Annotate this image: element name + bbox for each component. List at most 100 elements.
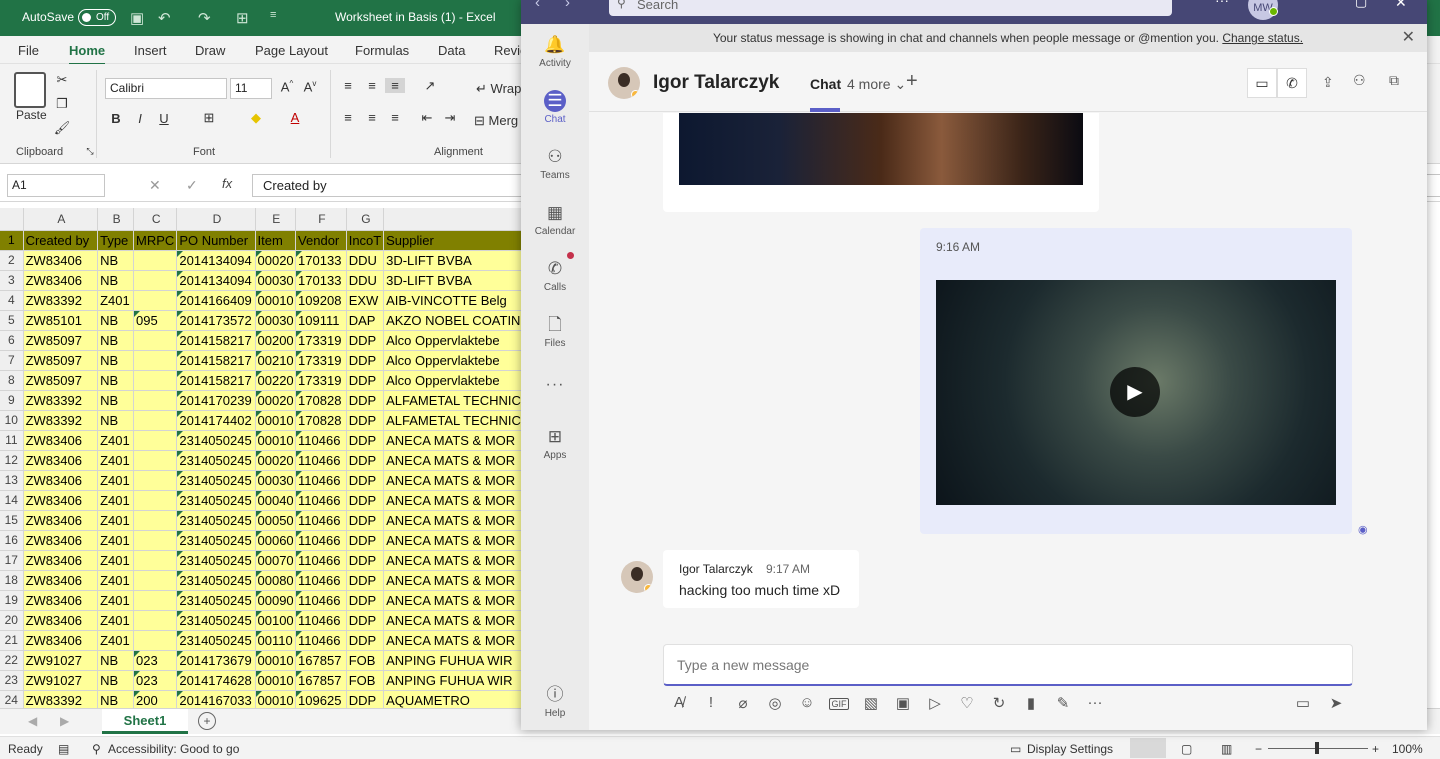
header-cell[interactable]: PO Number bbox=[176, 230, 256, 251]
cell[interactable]: Alco Oppervlaktebe bbox=[383, 370, 522, 391]
refresh-icon[interactable]: ↻ bbox=[989, 694, 1009, 712]
schedule-meeting-icon[interactable]: ▣ bbox=[893, 694, 913, 712]
align-bottom-icon[interactable]: ≡ bbox=[385, 78, 405, 93]
cell[interactable]: ANECA MATS & MOR bbox=[383, 490, 522, 511]
cell[interactable]: DDP bbox=[346, 470, 385, 491]
cell[interactable]: 2014167033 bbox=[176, 690, 256, 708]
cell[interactable] bbox=[133, 530, 178, 551]
row-header[interactable]: 4 bbox=[0, 290, 24, 311]
more-tabs-dropdown[interactable]: 4 more ⌄ bbox=[847, 76, 906, 93]
cell[interactable]: 00020 bbox=[255, 390, 297, 411]
cell[interactable]: ZW83392 bbox=[23, 690, 99, 708]
row-header[interactable]: 11 bbox=[0, 430, 24, 451]
share-screen-icon[interactable]: ⇪ bbox=[1322, 74, 1334, 91]
add-people-icon[interactable]: ⚇ bbox=[1353, 72, 1366, 89]
cell[interactable]: DDP bbox=[346, 430, 385, 451]
cell[interactable]: Z401 bbox=[97, 610, 135, 631]
video-thumbnail[interactable]: ▶ bbox=[936, 280, 1336, 505]
sender-avatar[interactable] bbox=[621, 561, 653, 593]
cell[interactable] bbox=[133, 270, 178, 291]
cell[interactable]: ZW83406 bbox=[23, 570, 99, 591]
cell[interactable] bbox=[133, 250, 178, 271]
cell[interactable] bbox=[133, 590, 178, 611]
cell[interactable]: 00010 bbox=[255, 410, 297, 431]
loop-icon[interactable]: ◎ bbox=[765, 694, 785, 712]
forward-icon[interactable]: › bbox=[565, 0, 570, 11]
scroll-left-icon[interactable]: ◀ bbox=[28, 714, 37, 728]
cell[interactable]: 2314050245 bbox=[176, 450, 256, 471]
cell[interactable] bbox=[133, 490, 178, 511]
merge-button[interactable]: ⊟ Merg bbox=[474, 113, 518, 129]
rail-teams[interactable]: ⚇ Teams bbox=[521, 146, 589, 181]
cell[interactable]: 2314050245 bbox=[176, 510, 256, 531]
cell[interactable]: 2014134094 bbox=[176, 250, 256, 271]
cell[interactable]: 00020 bbox=[255, 450, 297, 471]
cell[interactable]: ANECA MATS & MOR bbox=[383, 530, 522, 551]
cell[interactable]: ZW83406 bbox=[23, 530, 99, 551]
zoom-level[interactable]: 100% bbox=[1392, 742, 1423, 756]
align-top-icon[interactable]: ≡ bbox=[338, 78, 358, 93]
row-header[interactable]: 9 bbox=[0, 390, 24, 411]
worksheet-grid[interactable]: A B C D E F G 1 Created by Type MRPC PO Number Item V… bbox=[0, 208, 522, 708]
cell[interactable]: AQUAMETRO bbox=[383, 690, 522, 708]
save-icon[interactable]: ▣ bbox=[130, 9, 144, 27]
row-header[interactable]: 18 bbox=[0, 570, 24, 591]
cell[interactable]: ZW83392 bbox=[23, 290, 99, 311]
cell[interactable]: 173319 bbox=[295, 370, 347, 391]
decrease-indent-icon[interactable]: ⇤ bbox=[417, 110, 437, 126]
cell-table[interactable]: A B C D E F G 1 Created by Type MRPC PO Number Item V… bbox=[0, 208, 522, 708]
cell[interactable]: NB bbox=[97, 370, 135, 391]
cell[interactable]: 00010 bbox=[255, 290, 297, 311]
row-header[interactable]: 24 bbox=[0, 690, 24, 708]
cell[interactable]: NB bbox=[97, 650, 135, 671]
column-header[interactable] bbox=[383, 208, 522, 231]
cell[interactable]: 00110 bbox=[255, 630, 297, 651]
row-header[interactable]: 19 bbox=[0, 590, 24, 611]
cell[interactable]: 167857 bbox=[295, 670, 347, 691]
select-all-corner[interactable] bbox=[0, 208, 24, 231]
tab-file[interactable]: File bbox=[18, 43, 39, 58]
row-header[interactable]: 15 bbox=[0, 510, 24, 531]
row-header[interactable]: 1 bbox=[0, 230, 24, 251]
cancel-entry-icon[interactable]: ✕ bbox=[149, 177, 161, 194]
cell[interactable]: Z401 bbox=[97, 530, 135, 551]
cell[interactable]: 110466 bbox=[295, 490, 347, 511]
cell[interactable]: NB bbox=[97, 690, 135, 708]
audio-call-icon[interactable]: ✆ bbox=[1277, 68, 1307, 98]
cell[interactable]: 110466 bbox=[295, 590, 347, 611]
cell[interactable]: DDP bbox=[346, 330, 385, 351]
cell[interactable]: Z401 bbox=[97, 550, 135, 571]
cell[interactable]: 2014166409 bbox=[176, 290, 256, 311]
cell[interactable]: ZW85097 bbox=[23, 330, 99, 351]
cell[interactable]: FOB bbox=[346, 670, 385, 691]
tab-home[interactable]: Home bbox=[69, 43, 106, 66]
column-header[interactable]: D bbox=[176, 208, 256, 231]
cell[interactable]: NB bbox=[97, 250, 135, 271]
cell[interactable]: DDP bbox=[346, 370, 385, 391]
cell[interactable]: 110466 bbox=[295, 610, 347, 631]
align-left-icon[interactable]: ≡ bbox=[338, 110, 358, 125]
cell[interactable]: 110466 bbox=[295, 450, 347, 471]
cell[interactable]: ALFAMETAL TECHNIC bbox=[383, 410, 522, 431]
cell[interactable] bbox=[133, 450, 178, 471]
cell[interactable]: ANECA MATS & MOR bbox=[383, 630, 522, 651]
cell[interactable]: 023 bbox=[133, 670, 178, 691]
more-actions-icon[interactable]: ··· bbox=[1085, 694, 1105, 711]
cell[interactable]: 2314050245 bbox=[176, 430, 256, 451]
name-box[interactable]: A1 bbox=[7, 174, 105, 197]
row-header[interactable]: 12 bbox=[0, 450, 24, 471]
cell[interactable]: FOB bbox=[346, 650, 385, 671]
format-icon[interactable]: A̸ bbox=[669, 694, 689, 711]
cell[interactable]: Z401 bbox=[97, 450, 135, 471]
font-name-select[interactable]: Calibri bbox=[105, 78, 227, 99]
cell[interactable]: DDP bbox=[346, 550, 385, 571]
cell[interactable]: 3D-LIFT BVBA bbox=[383, 250, 522, 271]
decrease-font-icon[interactable]: Av bbox=[300, 79, 320, 94]
align-right-icon[interactable]: ≡ bbox=[385, 110, 405, 125]
cell[interactable]: ZW83392 bbox=[23, 410, 99, 431]
zoom-out-icon[interactable]: − bbox=[1255, 742, 1262, 756]
cell[interactable] bbox=[133, 330, 178, 351]
cell[interactable]: ANECA MATS & MOR bbox=[383, 610, 522, 631]
cell[interactable]: DDP bbox=[346, 450, 385, 471]
cell[interactable]: ZW85097 bbox=[23, 370, 99, 391]
